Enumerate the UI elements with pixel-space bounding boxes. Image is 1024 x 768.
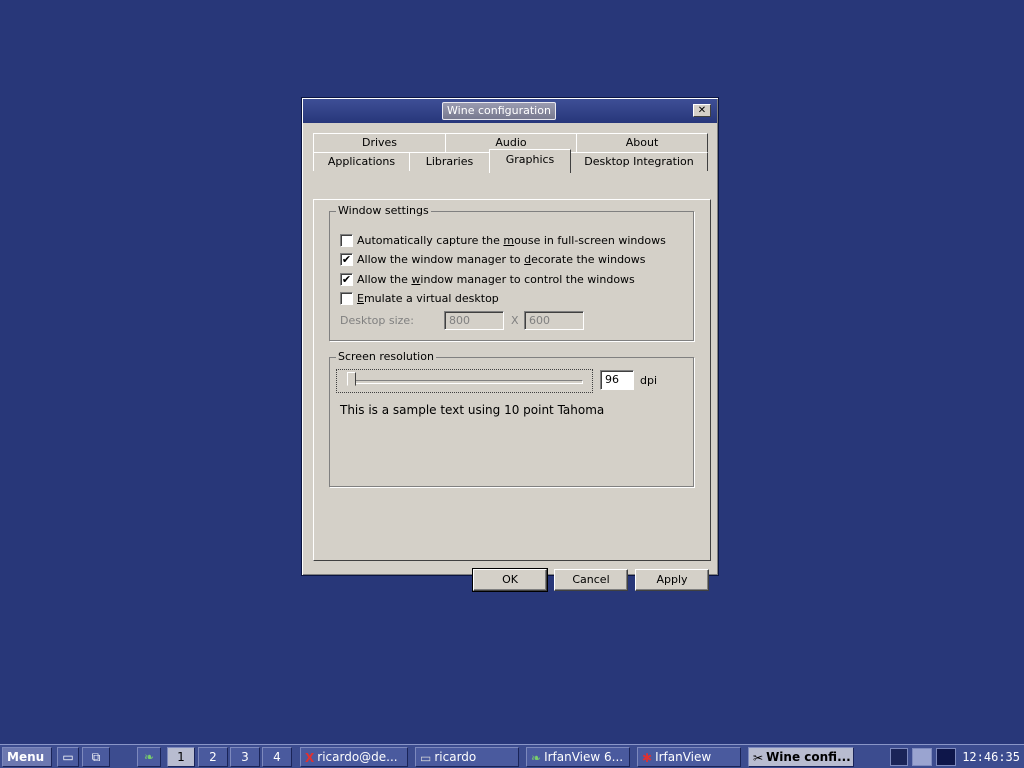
control-windows-checkbox[interactable]: ✔	[340, 272, 353, 286]
tab-libraries[interactable]: Libraries	[409, 152, 490, 171]
task-folder-label: ricardo	[434, 750, 477, 764]
pager-mini-2[interactable]	[912, 748, 932, 766]
task-folder[interactable]: ▭ ricardo	[415, 747, 519, 767]
window-list-button[interactable]: ⧉	[82, 747, 110, 767]
desktop-width-field[interactable]: 800	[444, 311, 504, 330]
workspace-1[interactable]: 1	[167, 747, 195, 767]
taskbar: Menu ▭ ⧉ ❧ 1 2 3 4 Xricardo@de... ▭ ricar…	[0, 744, 1024, 768]
pager-mini-3[interactable]	[936, 748, 956, 766]
workspace-3[interactable]: 3	[230, 747, 260, 767]
window-list-icon: ⧉	[91, 750, 101, 764]
workspace-4[interactable]: 4	[262, 747, 292, 767]
task-irfanview-1[interactable]: ❧ IrfanView 6...	[526, 747, 630, 767]
desktop-size-separator: X	[511, 314, 519, 327]
irfanview-launcher[interactable]: ❧	[137, 747, 161, 767]
x-terminal-icon: X	[305, 750, 315, 765]
screen-resolution-title: Screen resolution	[336, 350, 436, 363]
option-virtual-desktop[interactable]: Emulate a virtual desktop	[340, 291, 499, 305]
menu-button[interactable]: Menu	[2, 747, 52, 767]
window-settings-group: Window settings Automatically capture th…	[329, 204, 694, 341]
desktop-height-field[interactable]: 600	[524, 311, 584, 330]
dpi-slider[interactable]	[336, 369, 593, 393]
option-decorate-windows[interactable]: ✔ Allow the window manager to decorate t…	[340, 252, 646, 266]
workspace-1-label: 1	[177, 750, 185, 764]
control-windows-label: Allow the window manager to control the …	[357, 272, 635, 286]
irfanview-launcher-icon: ❧	[143, 750, 155, 764]
dpi-slider-thumb[interactable]	[347, 372, 356, 390]
task-terminal-label: ricardo@de...	[317, 750, 398, 764]
apply-button[interactable]: Apply	[635, 569, 709, 591]
option-control-windows[interactable]: ✔ Allow the window manager to control th…	[340, 272, 635, 286]
ok-button[interactable]: OK	[472, 568, 548, 592]
workspace-2[interactable]: 2	[198, 747, 228, 767]
decorate-windows-label: Allow the window manager to decorate the…	[357, 252, 646, 266]
irfanview-red-icon: ✱	[642, 750, 653, 765]
tab-drives[interactable]: Drives	[313, 133, 446, 152]
virtual-desktop-checkbox[interactable]	[340, 291, 353, 305]
tab-graphics[interactable]: Graphics	[489, 149, 571, 173]
cancel-button[interactable]: Cancel	[554, 569, 628, 591]
title-bar[interactable]: Wine configuration ✕	[303, 99, 717, 123]
irfanview-icon: ❧	[531, 750, 542, 765]
screen-resolution-group: Screen resolution 96 dpi This is a sampl…	[329, 350, 694, 487]
tab-about[interactable]: About	[576, 133, 708, 152]
clock: 12:46:35	[962, 750, 1020, 764]
dialog-client: Drives Audio About Applications Librarie…	[305, 124, 715, 592]
task-irfanview-1-label: IrfanView 6...	[544, 750, 624, 764]
close-icon: ✕	[697, 105, 707, 116]
wine-config-dialog: Wine configuration ✕ Drives Audio About …	[301, 97, 719, 592]
close-button[interactable]: ✕	[693, 104, 711, 117]
decorate-windows-checkbox[interactable]: ✔	[340, 252, 353, 266]
desktop-size-label: Desktop size:	[340, 314, 414, 327]
dpi-unit-label: dpi	[640, 374, 658, 387]
capture-mouse-checkbox[interactable]	[340, 233, 353, 247]
dpi-input[interactable]: 96	[600, 370, 634, 390]
tab-applications[interactable]: Applications	[313, 152, 410, 171]
task-wine-config-label: Wine confi...	[766, 750, 851, 764]
virtual-desktop-label: Emulate a virtual desktop	[357, 291, 499, 305]
window-settings-title: Window settings	[336, 204, 431, 217]
show-desktop-button[interactable]: ▭	[57, 747, 79, 767]
option-capture-mouse[interactable]: Automatically capture the mouse in full-…	[340, 233, 666, 247]
tab-desktop-integration[interactable]: Desktop Integration	[570, 152, 708, 171]
task-irfanview-2-label: IrfanView	[655, 750, 712, 764]
task-terminal[interactable]: Xricardo@de...	[300, 747, 408, 767]
window-title: Wine configuration	[442, 102, 556, 120]
show-desktop-icon: ▭	[62, 750, 74, 764]
task-irfanview-2[interactable]: ✱ IrfanView	[637, 747, 741, 767]
capture-mouse-label: Automatically capture the mouse in full-…	[357, 233, 666, 247]
dpi-slider-track	[347, 380, 583, 384]
graphics-panel: Window settings Automatically capture th…	[313, 199, 711, 561]
pager-mini-1[interactable]	[890, 748, 908, 766]
task-wine-config[interactable]: ✂ Wine confi...	[748, 747, 854, 767]
sample-text: This is a sample text using 10 point Tah…	[340, 403, 605, 417]
wine-tools-icon: ✂	[753, 750, 764, 765]
folder-icon: ▭	[420, 750, 432, 765]
